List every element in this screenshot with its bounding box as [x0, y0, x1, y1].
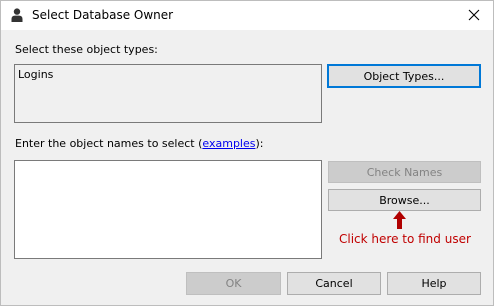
- user-icon: [11, 8, 23, 22]
- object-names-label: Enter the object names to select (exampl…: [15, 137, 263, 150]
- close-button[interactable]: [455, 1, 493, 30]
- cancel-button[interactable]: Cancel: [287, 272, 381, 295]
- object-names-label-suffix: ):: [255, 137, 264, 150]
- object-type-item: Logins: [18, 68, 54, 81]
- red-arrow-up-icon: [393, 211, 406, 229]
- check-names-button[interactable]: Check Names: [328, 161, 481, 183]
- select-database-owner-dialog: Select Database Owner Select these objec…: [0, 0, 494, 306]
- title-bar: Select Database Owner: [1, 1, 493, 30]
- object-names-input[interactable]: [14, 160, 322, 259]
- object-types-label: Select these object types:: [15, 43, 158, 56]
- window-title: Select Database Owner: [32, 8, 174, 22]
- hint-annotation: Click here to find user: [339, 232, 471, 246]
- object-names-label-prefix: Enter the object names to select (: [15, 137, 203, 150]
- close-icon: [468, 9, 480, 21]
- examples-link[interactable]: examples: [202, 137, 255, 150]
- help-button[interactable]: Help: [387, 272, 481, 295]
- object-types-button[interactable]: Object Types...: [327, 64, 481, 88]
- ok-button[interactable]: OK: [186, 272, 281, 295]
- object-types-list: Logins: [14, 64, 322, 123]
- browse-button[interactable]: Browse...: [328, 189, 481, 211]
